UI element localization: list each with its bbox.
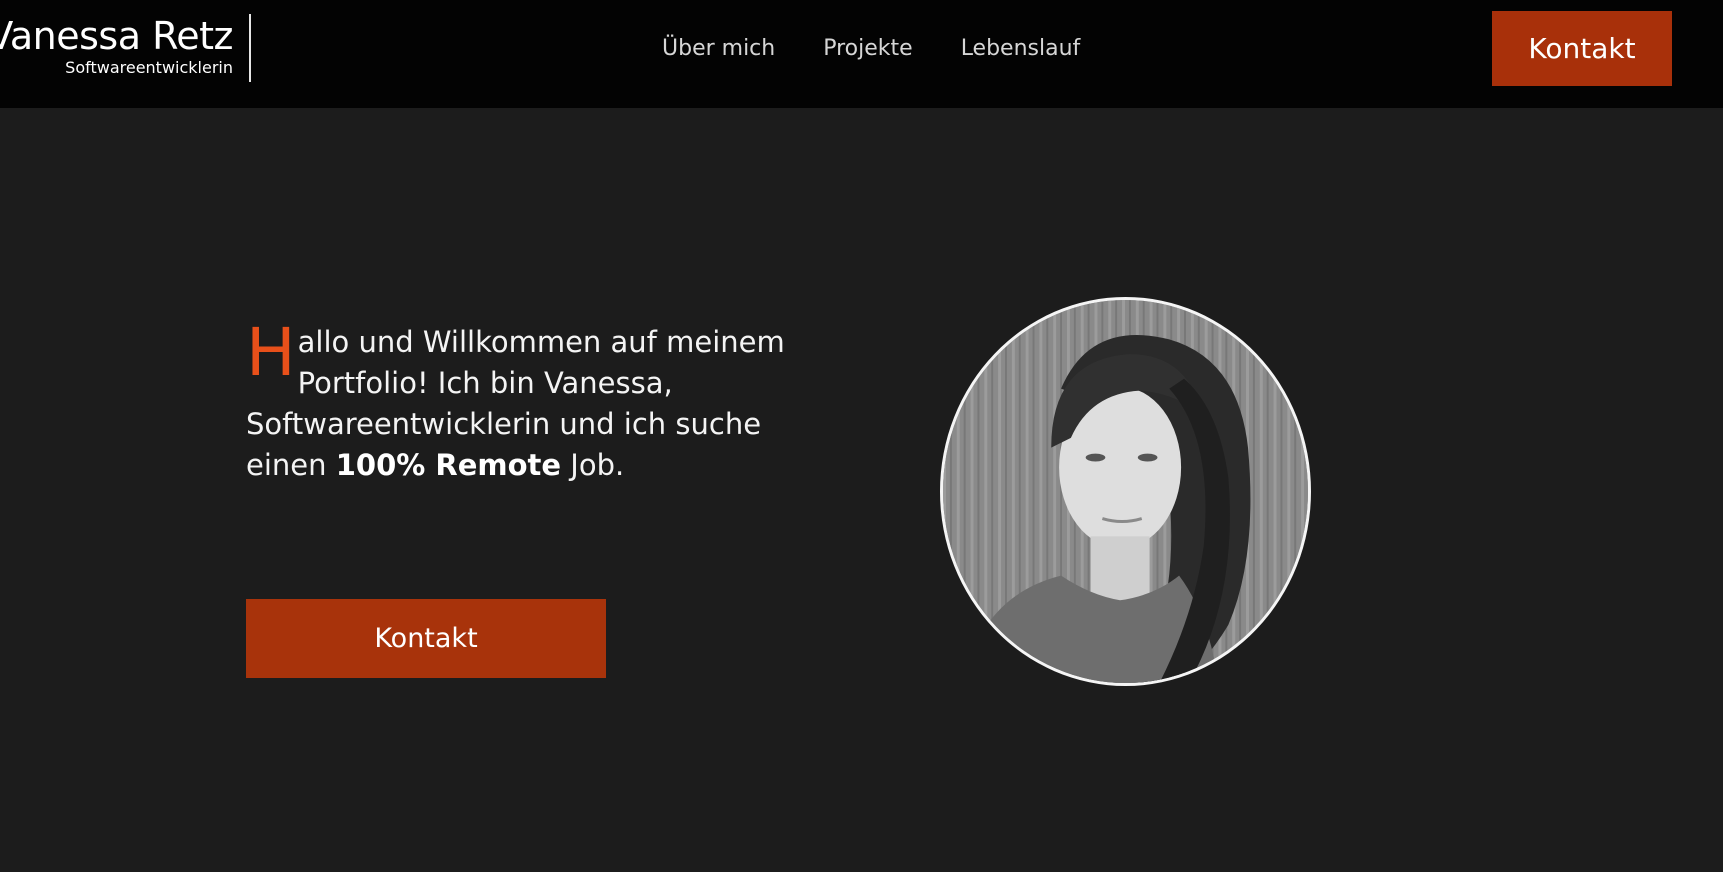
main-nav: Über mich Projekte Lebenslauf <box>662 32 1080 66</box>
hero-dropcap: H <box>246 314 296 391</box>
nav-item-projekte[interactable]: Projekte <box>823 32 912 66</box>
hero-text-part2: Job. <box>561 448 625 482</box>
brand-subtitle: Softwareentwicklerin <box>65 58 233 77</box>
portrait-illustration <box>943 300 1308 683</box>
hero-contact-button[interactable]: Kontakt <box>246 599 606 678</box>
brand[interactable]: Vanessa Retz Softwareentwicklerin <box>0 14 251 82</box>
site-header: Vanessa Retz Softwareentwicklerin Über m… <box>0 0 1723 108</box>
portrait-photo <box>940 297 1311 686</box>
brand-name: Vanessa Retz <box>0 14 233 58</box>
header-contact-button[interactable]: Kontakt <box>1492 11 1672 86</box>
hero-text-bold: 100% Remote <box>335 448 562 482</box>
nav-item-lebenslauf[interactable]: Lebenslauf <box>961 32 1081 66</box>
nav-item-ueber-mich[interactable]: Über mich <box>662 32 775 66</box>
hero-intro-text: Hallo und Willkommen auf meinem Portfoli… <box>246 314 806 486</box>
